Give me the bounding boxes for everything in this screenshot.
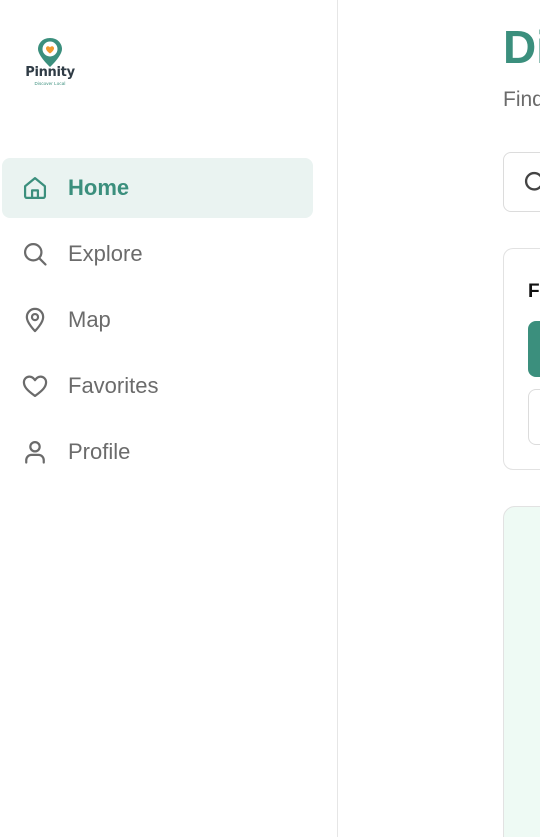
search-icon [21, 240, 49, 268]
sidebar-item-favorites[interactable]: Favorites [2, 356, 313, 416]
search-input[interactable] [503, 152, 540, 212]
sidebar-nav: Home Explore Map Favorites Profile [2, 158, 313, 488]
sidebar-item-explore[interactable]: Explore [2, 224, 313, 284]
sidebar-item-map[interactable]: Map [2, 290, 313, 350]
filter-secondary-button[interactable] [528, 389, 540, 445]
sidebar-item-profile[interactable]: Profile [2, 422, 313, 482]
logo-wordmark: Pinnity [25, 65, 75, 80]
filter-heading: Fi [528, 281, 540, 302]
main-content: Di Find Fi [339, 0, 540, 837]
sidebar-item-label: Map [68, 307, 111, 332]
filter-primary-button[interactable] [528, 321, 540, 377]
heart-icon [21, 372, 49, 400]
sidebar-item-label: Favorites [68, 373, 159, 398]
logo-tagline: Discover Local [34, 81, 66, 86]
page-title: Di [503, 21, 540, 73]
page-subtitle: Find [503, 88, 540, 111]
sidebar-item-label: Home [68, 175, 130, 200]
brand-logo[interactable]: Pinnity Discover Local [22, 36, 78, 90]
sidebar-item-home[interactable]: Home [2, 158, 313, 218]
app-window: Pinnity Discover Local Home Explore Map … [0, 0, 540, 837]
filter-card: Fi [503, 248, 540, 470]
sidebar: Pinnity Discover Local Home Explore Map … [0, 0, 338, 837]
user-icon [21, 438, 49, 466]
feature-card[interactable] [503, 506, 540, 837]
sidebar-item-label: Explore [68, 241, 143, 266]
map-pin-icon [21, 306, 49, 334]
sidebar-item-label: Profile [68, 439, 131, 464]
search-icon [522, 169, 540, 197]
home-icon [21, 174, 49, 202]
